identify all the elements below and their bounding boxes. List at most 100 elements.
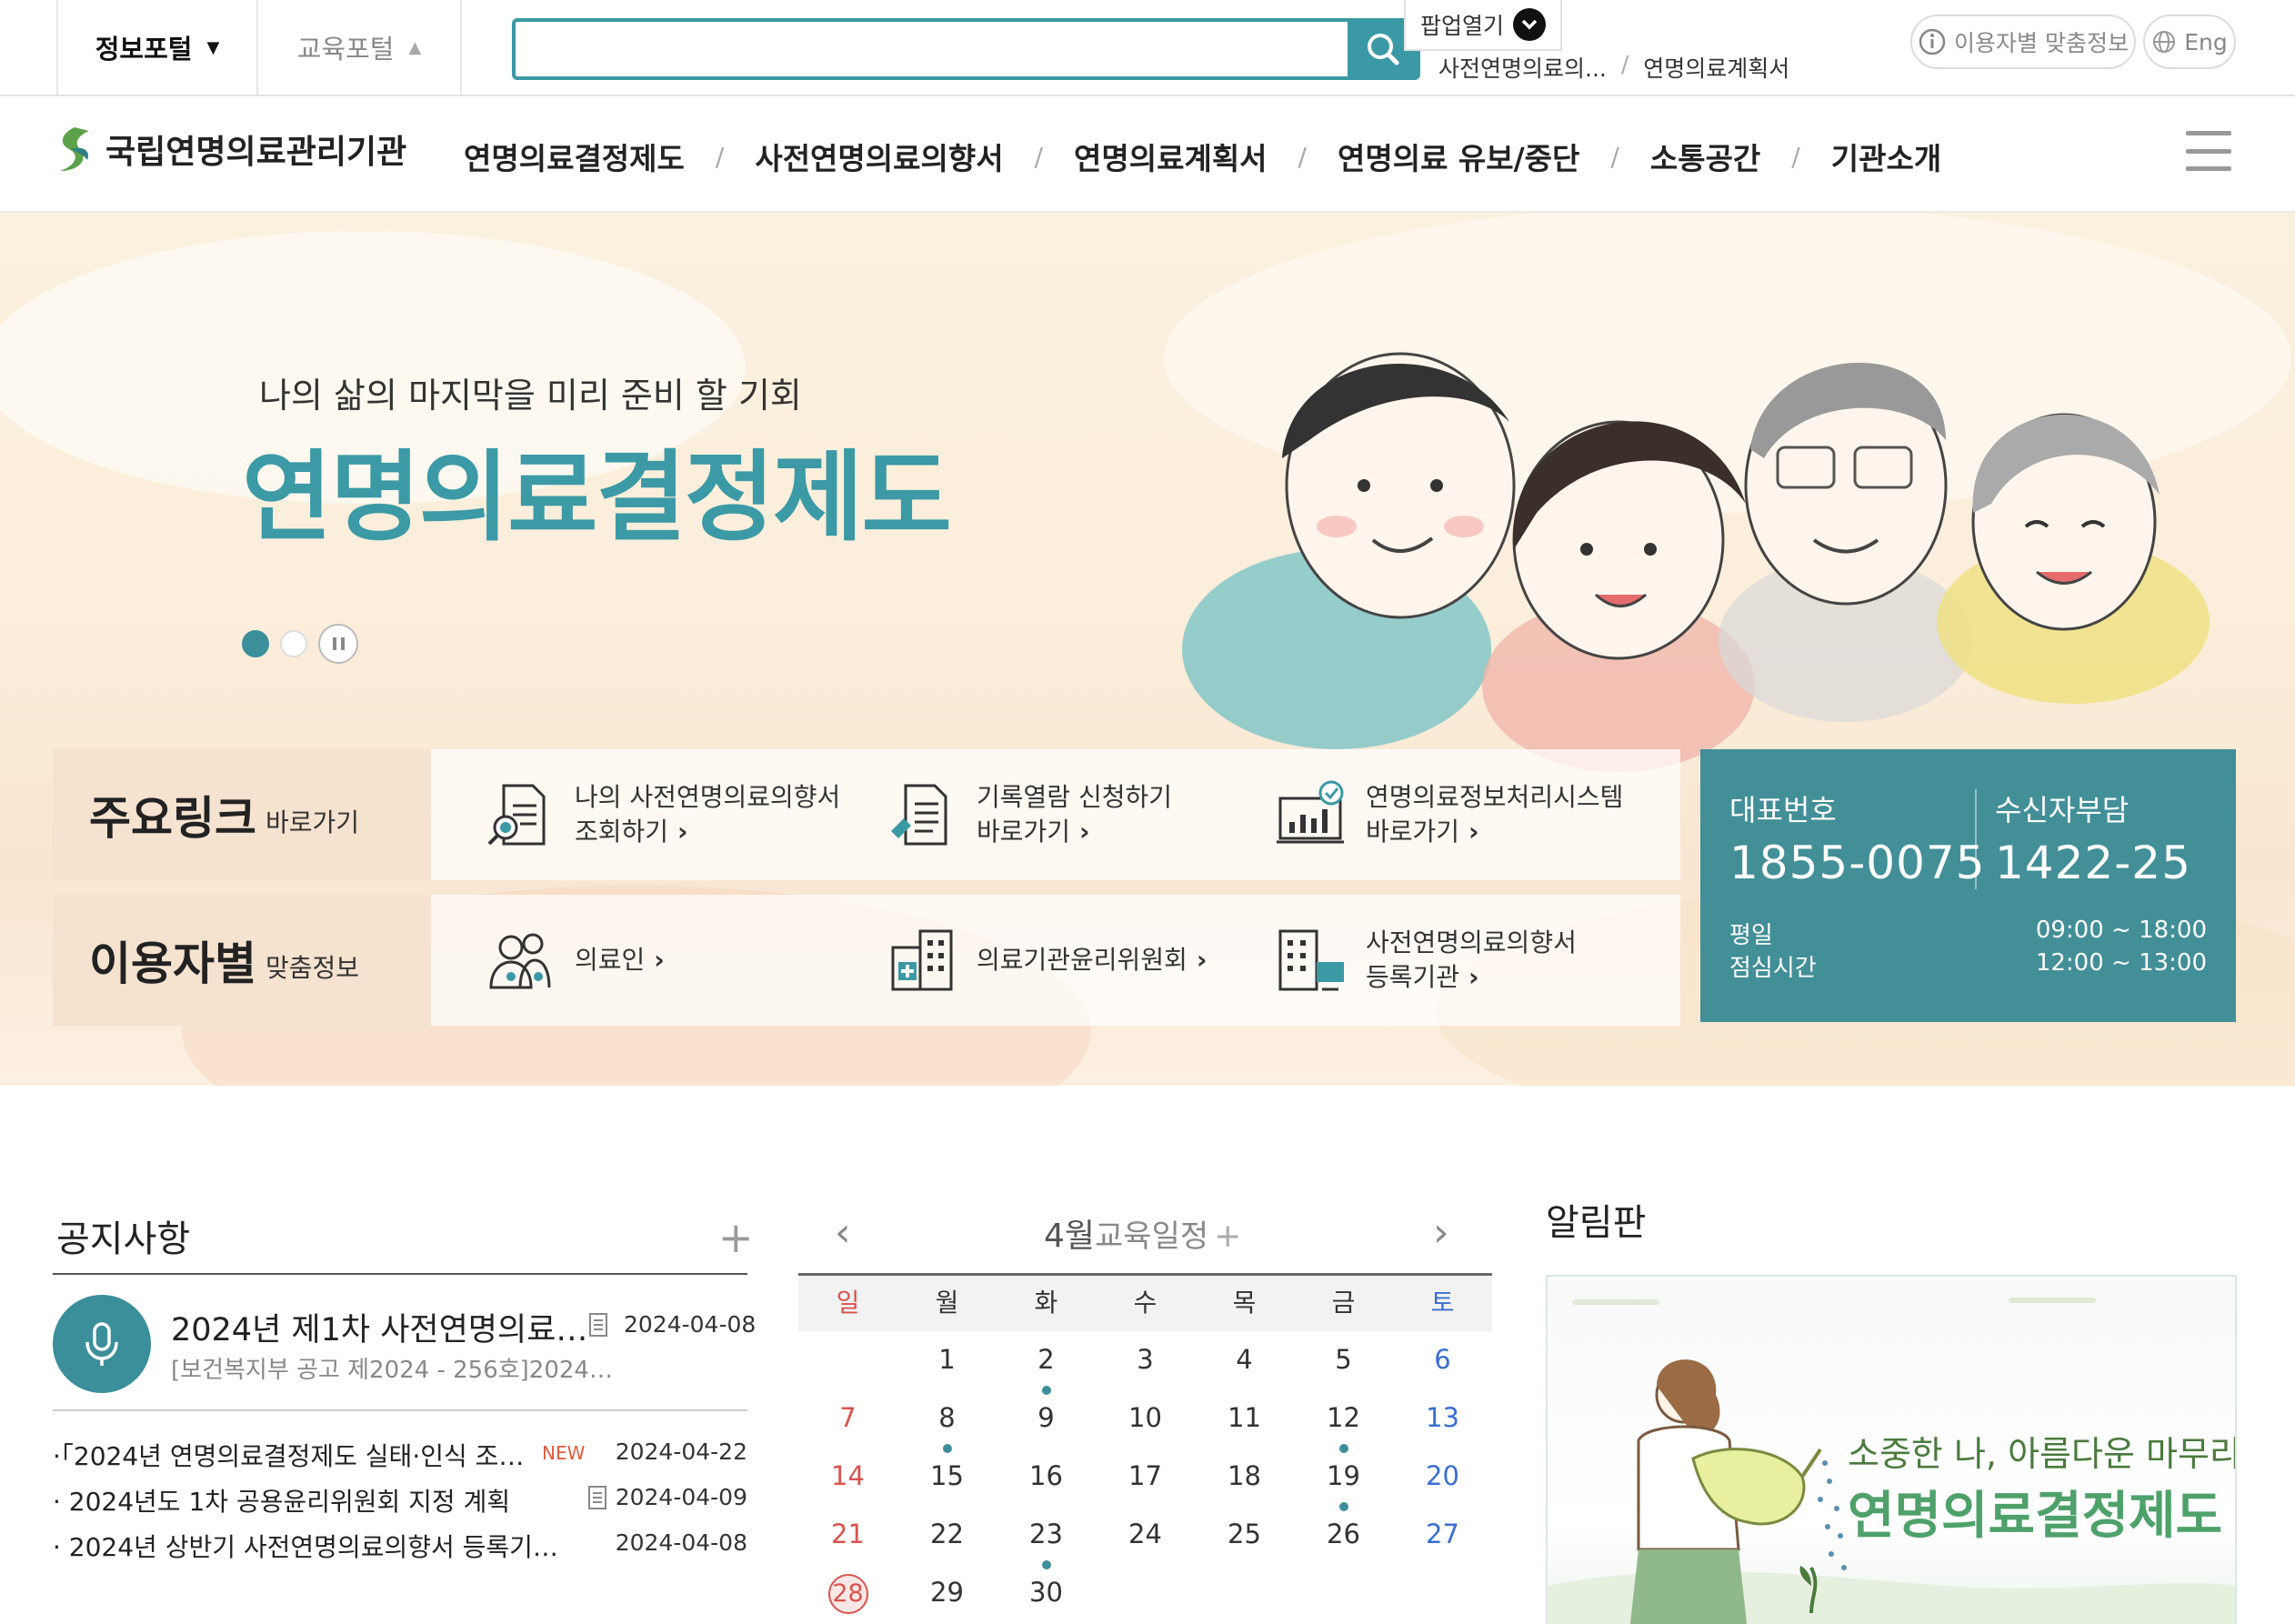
english-button[interactable]: Eng (2143, 15, 2236, 69)
calendar-day[interactable]: 23 (997, 1506, 1096, 1569)
calendar-day[interactable]: 9 (997, 1389, 1096, 1448)
arrow-right-icon: › (1196, 945, 1208, 976)
link-medical-staff[interactable]: 의료인 › (484, 895, 665, 1026)
notice-item[interactable]: · 2024년 상반기 사전연명의료의향서 등록기관 지정 2024-04-08 (53, 1528, 747, 1568)
weekday-wed: 수 (1133, 1288, 1158, 1318)
calendar-weekday-header: 일 월 화 수 목 금 토 (798, 1273, 1492, 1331)
calendar-title[interactable]: 4월교육일정 + (1044, 1209, 1241, 1257)
menu-item-care-plan[interactable]: 연명의료계획서 (1074, 135, 1268, 178)
popup-open-button[interactable]: 팝업열기 (1404, 0, 1562, 51)
calendar-day[interactable]: 29 (897, 1564, 997, 1622)
notices-title: 공지사항 (56, 1218, 191, 1260)
calendar-day[interactable]: 24 (1096, 1506, 1195, 1564)
calendar-day[interactable]: 21 (798, 1506, 897, 1564)
calendar-day[interactable]: 14 (798, 1448, 897, 1506)
calendar-day[interactable]: 25 (1195, 1506, 1294, 1564)
hamburger-menu-icon[interactable] (2186, 131, 2231, 171)
calendar-day[interactable]: 28 (798, 1564, 897, 1622)
menu-item-advance-directive[interactable]: 사전연명의료의향서 (755, 135, 1003, 178)
calendar-next-button[interactable]: › (1433, 1209, 1449, 1256)
logo-text: 국립연명의료관리기관 (105, 134, 407, 171)
user-links-row: 이용자별 맞춤정보 의료인 › 의료기관윤리위원회 › 사전연명의료의향서 등록… (53, 895, 1680, 1026)
featured-notice-summary: [보건복지부 공고 제2024 - 256호]2024년 제1차 (171, 1357, 616, 1384)
menu-item-decision-system[interactable]: 연명의료결정제도 (464, 135, 685, 178)
custom-info-button[interactable]: 이용자별 맞춤정보 (1910, 15, 2136, 69)
calendar-empty-cell (1294, 1564, 1393, 1622)
quick-link-plan[interactable]: 연명의료계획서 (1643, 51, 1789, 84)
calendar-day[interactable]: 8 (897, 1389, 997, 1453)
calendar-day-number: 7 (839, 1402, 857, 1433)
user-links-subtitle: 맞춤정보 (266, 953, 360, 983)
calendar-day[interactable]: 12 (1294, 1389, 1393, 1453)
menu-item-about[interactable]: 기관소개 (1831, 135, 1941, 178)
link-my-directive-line1: 나의 사전연명의료의향서 (575, 782, 841, 813)
featured-notice-title[interactable]: 2024년 제1차 사전연명의료의향서 등록기관 지정 공고 (171, 1304, 589, 1350)
weekday-mon: 월 (935, 1288, 959, 1318)
link-my-directive-line2: 조회하기 (575, 817, 669, 847)
portal-edu-dropdown[interactable]: 교육포털 ▲ (258, 0, 462, 95)
calendar-day[interactable]: 5 (1294, 1331, 1393, 1389)
microphone-icon (53, 1295, 151, 1393)
link-my-directive[interactable]: 나의 사전연명의료의향서 조회하기 › (484, 749, 840, 880)
toll-free-number: 수신자부담 1422-25 (1995, 787, 2191, 889)
rep-number-value: 1855-0075 (1729, 837, 1986, 889)
calendar-day[interactable]: 22 (897, 1506, 997, 1564)
calendar-day[interactable]: 1 (897, 1331, 997, 1389)
calendar-day[interactable]: 30 (997, 1564, 1096, 1622)
calendar-day[interactable]: 7 (798, 1389, 897, 1448)
portal-info-dropdown[interactable]: 정보포털 ▼ (56, 0, 258, 95)
calendar-day-number: 24 (1128, 1519, 1162, 1549)
calendar-day[interactable]: 2 (997, 1331, 1096, 1395)
site-logo[interactable]: 국립연명의료관리기관 (53, 124, 406, 175)
calendar-day[interactable]: 27 (1393, 1506, 1492, 1564)
quick-link-directive[interactable]: 사전연명의료의... (1438, 51, 1607, 84)
calendar-day[interactable]: 16 (997, 1448, 1096, 1506)
calendar-label: 교육일정 (1095, 1218, 1209, 1255)
calendar-day[interactable]: 19 (1294, 1448, 1393, 1511)
chevron-down-icon (1513, 8, 1546, 41)
notice-item[interactable]: ·「2024년 연명의료결정제도 실태·인식 조사」 NEW 2024-04-2… (53, 1437, 747, 1477)
calendar-day[interactable]: 13 (1393, 1389, 1492, 1448)
link-record-request[interactable]: 기록열람 신청하기 바로가기 › (886, 749, 1172, 880)
quick-link-panel: 주요링크 바로가기 나의 사전연명의료의향서 조회하기 › 기록열람 신청하기 (53, 749, 1680, 1026)
notice-item-title: · 2024년도 1차 공용윤리위원회 지정 계획 (53, 1487, 511, 1517)
arrow-right-icon: › (654, 945, 665, 976)
main-links-row: 주요링크 바로가기 나의 사전연명의료의향서 조회하기 › 기록열람 신청하기 (53, 749, 1680, 880)
calendar-day[interactable]: 6 (1393, 1331, 1492, 1389)
featured-notice-date: 2024-04-08 (624, 1311, 757, 1338)
calendar-day[interactable]: 10 (1096, 1389, 1195, 1448)
quick-links: 사전연명의료의... / 연명의료계획서 (1438, 51, 1789, 84)
search-input[interactable] (512, 18, 1349, 80)
pause-icon[interactable] (318, 624, 358, 664)
link-registration-agency[interactable]: 사전연명의료의향서 등록기관 › (1275, 895, 1577, 1026)
link-ethics-committee[interactable]: 의료기관윤리위원회 › (886, 895, 1207, 1026)
calendar-day[interactable]: 11 (1195, 1389, 1294, 1448)
calendar-day[interactable]: 20 (1393, 1448, 1492, 1506)
link-info-system[interactable]: 연명의료정보처리시스템 바로가기 › (1275, 749, 1623, 880)
weekday-fri: 금 (1331, 1288, 1356, 1318)
attachment-file-icon (589, 1313, 607, 1337)
representative-number: 대표번호 1855-0075 (1729, 787, 1986, 889)
calendar-day[interactable]: 15 (897, 1448, 997, 1506)
menu-item-withhold-withdraw[interactable]: 연명의료 유보/중단 (1338, 135, 1579, 178)
notice-item-title: ·「2024년 연명의료결정제도 실태·인식 조사」 (53, 1441, 526, 1471)
notice-item-date: 2024-04-08 (615, 1529, 747, 1556)
calendar-day-number: 22 (930, 1519, 964, 1549)
notice-item[interactable]: · 2024년도 1차 공용윤리위원회 지정 계획 2024-04-09 (53, 1482, 747, 1522)
calendar-day[interactable]: 18 (1195, 1448, 1294, 1506)
calendar-day[interactable]: 3 (1096, 1331, 1195, 1389)
weekday-hours: 09:00 ~ 18:00 (2035, 917, 2207, 944)
notices-more-button[interactable]: + (718, 1213, 754, 1262)
custom-info-label: 이용자별 맞춤정보 (1954, 30, 2129, 56)
board-banner[interactable]: 소중한 나, 아름다운 마무리 연명의료결정제도 (1546, 1275, 2237, 1624)
slide-dot-2[interactable] (280, 630, 307, 657)
calendar-day-number: 29 (930, 1577, 964, 1608)
calendar-day[interactable]: 4 (1195, 1331, 1294, 1389)
weekday-hours-row: 평일 09:00 ~ 18:00 (1729, 917, 2207, 950)
calendar-day[interactable]: 26 (1294, 1506, 1393, 1564)
slide-dot-1[interactable] (242, 630, 269, 657)
calendar-prev-button[interactable]: ‹ (835, 1209, 851, 1256)
calendar-day[interactable]: 17 (1096, 1448, 1195, 1506)
menu-item-community[interactable]: 소통공간 (1650, 135, 1760, 178)
hospital-icon (891, 929, 953, 991)
